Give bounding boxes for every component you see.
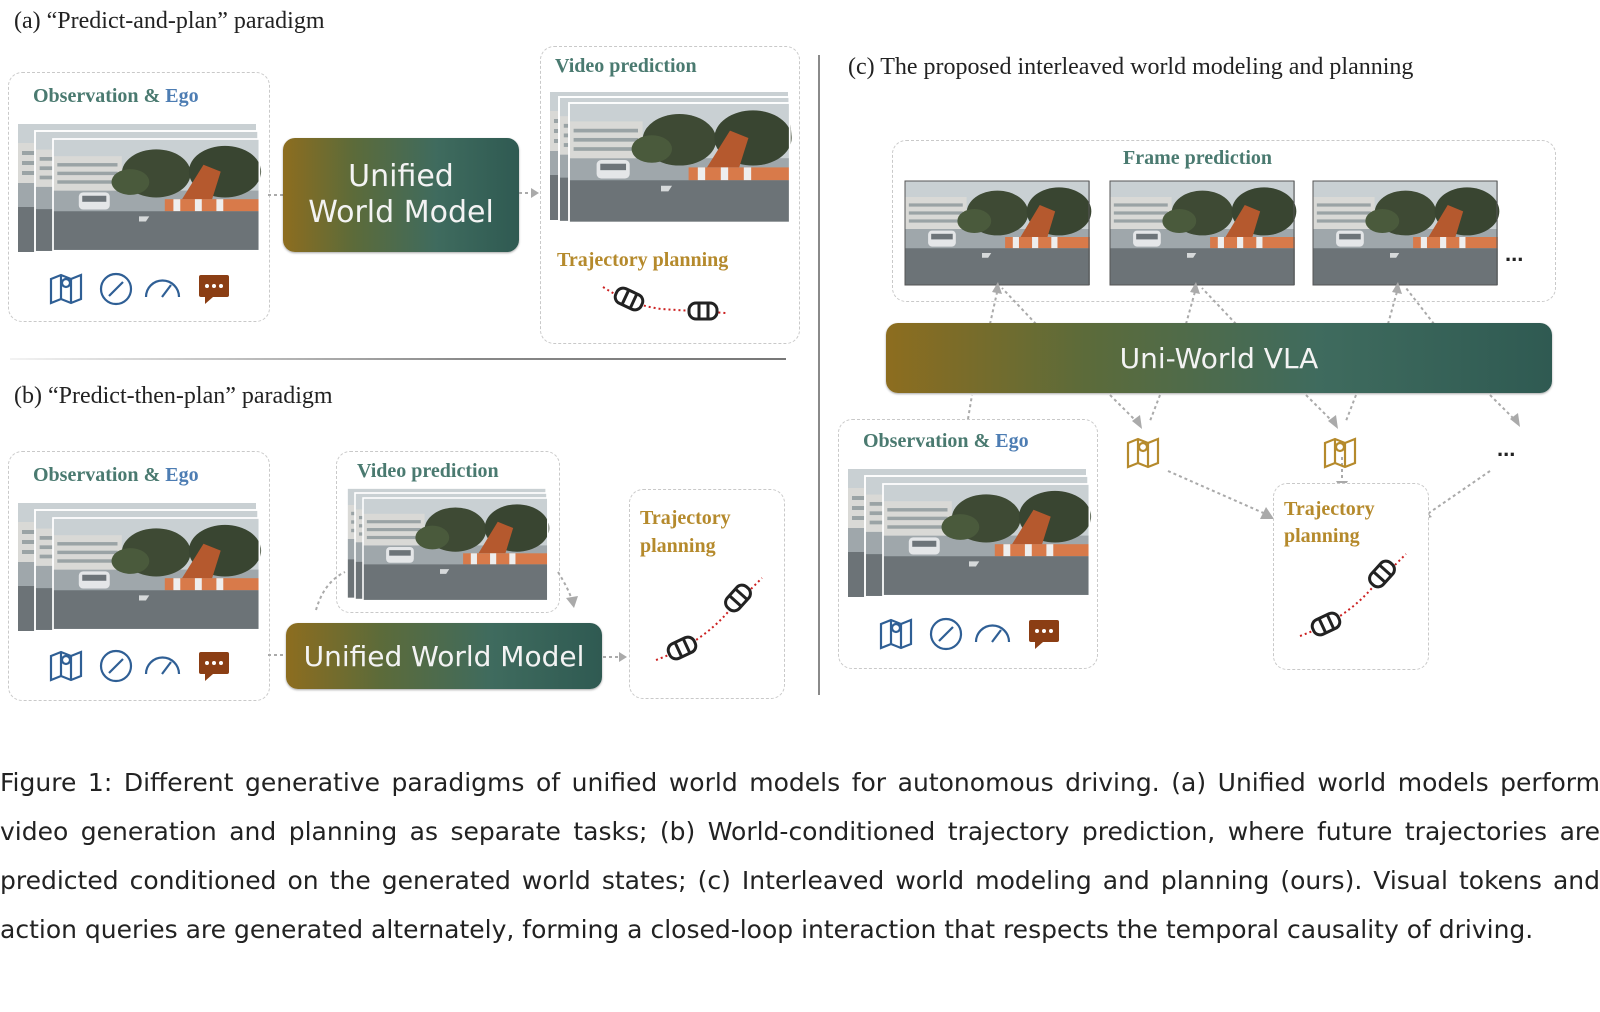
ampersand: &: [143, 464, 161, 486]
trajectory-cars-icon: [602, 286, 727, 321]
observation-label: Observation: [33, 464, 139, 486]
vla-to-frame-arrows: [989, 282, 1435, 325]
panel-c-trajectory-box: Trajectory planning: [1273, 483, 1429, 670]
observation-label: Observation: [33, 85, 139, 107]
observation-image-stack: [16, 122, 262, 254]
compass-icon: [99, 272, 133, 306]
map-icon: [1323, 437, 1357, 469]
arrow-model-to-traj-b: [603, 652, 627, 662]
ampersand: &: [143, 85, 161, 107]
map-icon: [49, 650, 83, 682]
vertical-divider: [818, 55, 820, 695]
speedometer-icon: [144, 279, 181, 298]
traj-line-2: planning: [640, 535, 716, 557]
panel-a-output-box: Video prediction Trajectory planning: [540, 46, 800, 344]
panel-c-observation-box: Observation & Ego: [838, 419, 1098, 669]
chat-icon: [1029, 620, 1059, 649]
trajectory-cars-icon-c: [1299, 553, 1407, 637]
model-line-2: World Model: [308, 195, 494, 230]
trajectory-planning-label-c: Trajectory planning: [1284, 496, 1375, 550]
trajectory-planning-label: Trajectory planning: [557, 249, 729, 271]
ego-label: Ego: [165, 464, 199, 486]
observation-image-stack-c: [846, 467, 1092, 599]
action-ellipsis: ...: [1497, 436, 1516, 461]
ego-label: Ego: [165, 85, 199, 107]
compass-icon: [929, 617, 963, 651]
ampersand: &: [973, 430, 991, 452]
map-icon: [879, 618, 913, 650]
observation-ego-label-b: Observation & Ego: [33, 464, 199, 487]
panel-b-unified-world-model: Unified World Model: [286, 623, 602, 689]
horizontal-divider: [10, 358, 786, 360]
video-prediction-label: Video prediction: [555, 55, 697, 77]
traj-line-2: planning: [1284, 525, 1360, 547]
map-icon: [49, 273, 83, 305]
vla-label: Uni-World VLA: [1119, 341, 1319, 375]
observation-ego-label: Observation & Ego: [33, 85, 199, 108]
panel-a-observation-box: Observation & Ego: [8, 72, 270, 322]
ego-icons-row-c: [879, 617, 1059, 651]
trajectory-cars-icon-b: [655, 577, 763, 661]
frame-ellipsis: ...: [1505, 241, 1524, 266]
chat-icon: [199, 275, 229, 304]
compass-icon: [99, 649, 133, 683]
frame-prediction-box: Frame prediction ...: [892, 140, 1556, 302]
trajectory-planning-label-b: Trajectory planning: [640, 504, 731, 560]
panel-b-title: (b) “Predict-then-plan” paradigm: [14, 383, 333, 409]
uni-world-vla-block: Uni-World VLA: [886, 323, 1552, 393]
ego-icons-row-b: [49, 649, 229, 683]
panel-b-trajectory-box: Trajectory planning: [629, 489, 785, 699]
panel-c-title: (c) The proposed interleaved world model…: [848, 54, 1414, 80]
ego-icons-row: [49, 272, 229, 306]
frame-2: [1109, 180, 1297, 286]
figure-caption: Figure 1: Different generative paradigms…: [0, 768, 1600, 944]
speedometer-icon: [144, 656, 181, 675]
panel-a-title: (a) “Predict-and-plan” paradigm: [14, 8, 325, 34]
observation-image-stack-b: [16, 501, 262, 633]
observation-label: Observation: [863, 430, 969, 452]
traj-line-1: Trajectory: [640, 507, 731, 529]
panel-a-unified-world-model: Unified World Model: [283, 138, 519, 252]
panel-b-observation-box: Observation & Ego: [8, 451, 270, 701]
ego-label: Ego: [995, 430, 1029, 452]
video-prediction-stack: [548, 90, 792, 224]
video-prediction-label-b: Video prediction: [357, 460, 499, 482]
chat-icon: [199, 652, 229, 681]
frame-prediction-label: Frame prediction: [1123, 147, 1273, 169]
frame-1: [904, 180, 1092, 286]
frame-3: [1312, 180, 1500, 286]
frame-prediction-images: [904, 180, 1500, 286]
traj-line-1: Trajectory: [1284, 498, 1375, 520]
speedometer-icon: [974, 624, 1011, 643]
loop-arrows-b: [315, 571, 578, 611]
observation-ego-label-c: Observation & Ego: [863, 430, 1029, 453]
model-line-1: Unified: [348, 159, 454, 194]
map-icon: [1126, 437, 1160, 469]
arrow-model-to-video-a: [519, 188, 539, 198]
model-label-b: Unified World Model: [303, 639, 585, 673]
